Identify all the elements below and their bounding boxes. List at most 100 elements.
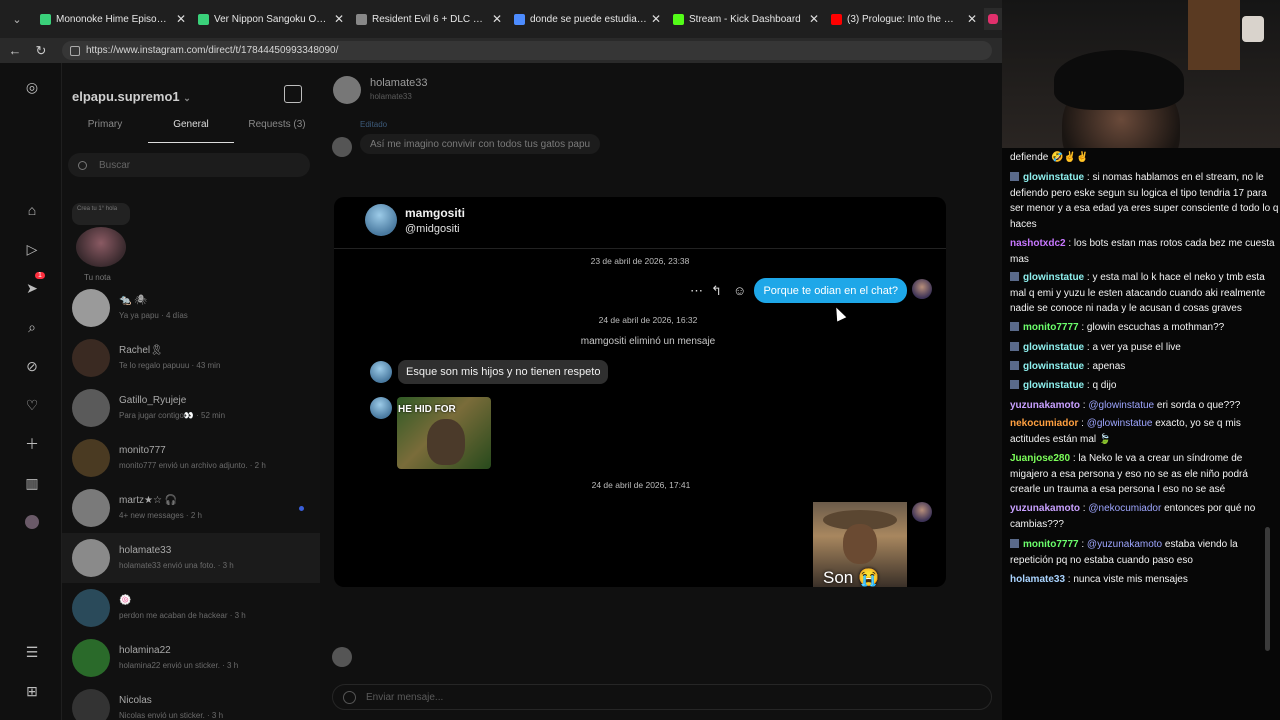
badge-icon	[1010, 361, 1019, 370]
chat-mention[interactable]: @glowinstatue	[1088, 400, 1154, 411]
chat-username[interactable]: nashotxdc2	[1010, 238, 1066, 249]
conversation-item[interactable]: Nicolas Nicolas envió un sticker. · 3 h	[62, 683, 320, 720]
chat-username[interactable]: monito7777	[1023, 539, 1079, 550]
search-input[interactable]: Buscar	[68, 153, 310, 177]
conversation-name: Nicolas	[119, 695, 152, 706]
chat-mention[interactable]: @nekocumiador	[1088, 503, 1161, 514]
message-input[interactable]: Enviar mensaje...	[332, 684, 1247, 710]
conversation-item[interactable]: Gatillo_Ryujeje Para jugar contigo👀 · 52 …	[62, 383, 320, 433]
explore-icon[interactable]: ⊘	[22, 356, 42, 376]
create-icon[interactable]: ＋	[22, 434, 42, 454]
chat-username[interactable]: yuzunakamoto	[1010, 503, 1080, 514]
close-icon[interactable]: ✕	[176, 12, 186, 26]
badge-icon	[1010, 539, 1019, 548]
close-icon[interactable]: ✕	[492, 12, 502, 26]
emoji-icon[interactable]	[343, 690, 356, 704]
chat-username[interactable]: nekocumiador	[1010, 418, 1078, 429]
more-options-icon[interactable]: ⋯	[690, 283, 703, 299]
dashboard-icon[interactable]: ▥	[22, 473, 42, 493]
chat-scrollbar[interactable]	[1265, 527, 1270, 651]
conversation-item[interactable]: monito777 monito777 envió un archivo adju…	[62, 433, 320, 483]
account-switcher[interactable]: elpapu.supremo1 ⌄	[72, 89, 191, 104]
close-icon[interactable]: ✕	[334, 12, 344, 26]
chat-username[interactable]: glowinstatue	[1023, 272, 1084, 283]
chat-username[interactable]: holamate33	[1010, 574, 1065, 585]
your-note[interactable]: Crea tu 1° hola Tu nota	[72, 203, 132, 283]
tab-label: Ver Nippon Sangoku Online Sub E	[214, 13, 330, 25]
conversation-item[interactable]: holamate33 holamate33 envió una foto. · 3…	[62, 533, 320, 583]
chat-username[interactable]: glowinstatue	[1023, 380, 1084, 391]
tab-list-dropdown[interactable]: ⌄	[0, 0, 34, 38]
avatar	[370, 361, 392, 383]
profile-avatar-icon[interactable]	[22, 512, 42, 532]
chat-username[interactable]: yuzunakamoto	[1010, 400, 1080, 411]
instagram-logo-icon[interactable]: ◎	[22, 77, 42, 97]
conversation-item[interactable]: Rachel🎗 Te lo regalo papuuu · 43 min	[62, 333, 320, 383]
conversation-name: holamina22	[119, 645, 171, 656]
reels-icon[interactable]: ▷	[22, 239, 42, 259]
photo-caption: Son 😭	[823, 568, 880, 587]
browser-tab[interactable]: (3) Prologue: Into the Woods (Fro ✕	[825, 0, 983, 38]
chat-message: glowinstatue : apenas	[1010, 359, 1280, 375]
new-message-icon[interactable]	[284, 85, 302, 103]
conversation-item[interactable]: 🍥 perdon me acaban de hackear · 3 h	[62, 583, 320, 633]
tab-primary[interactable]: Primary	[62, 119, 148, 143]
message-bubble[interactable]: Así me imagino convivir con todos tus ga…	[360, 134, 601, 154]
apps-icon[interactable]: ⊞	[22, 681, 42, 701]
browser-tab[interactable]: Stream - Kick Dashboard ✕	[667, 0, 825, 38]
chat-text: apenas	[1092, 361, 1126, 372]
close-icon[interactable]: ✕	[651, 12, 661, 26]
popup-header[interactable]: mamgositi @midgositi	[334, 197, 946, 249]
avatar	[912, 279, 932, 299]
photo-face	[843, 524, 877, 564]
chevron-down-icon: ⌄	[183, 93, 191, 103]
reload-icon[interactable]: ↻	[30, 43, 52, 59]
browser-tab[interactable]: Ver Nippon Sangoku Online Sub E ✕	[192, 0, 350, 38]
chat-mention[interactable]: @glowinstatue	[1087, 418, 1153, 429]
back-icon[interactable]: ←	[4, 43, 26, 58]
sent-message-bubble[interactable]: Porque te odian en el chat?	[754, 278, 907, 303]
chat-mention[interactable]: @yuzunakamoto	[1087, 539, 1162, 550]
browser-tab[interactable]: donde se puede estudiar derecho ✕	[508, 0, 667, 38]
close-icon[interactable]: ✕	[967, 12, 977, 26]
thread-header[interactable]: holamate33 holamate33	[320, 63, 1002, 117]
instagram-tab-icon[interactable]	[984, 8, 1002, 30]
reply-icon[interactable]: ↰	[711, 283, 722, 299]
notifications-heart-icon[interactable]: ♡	[22, 395, 42, 415]
received-message-bubble[interactable]: Esque son mis hijos y no tienen respeto	[398, 360, 609, 384]
webcam-overlay	[1002, 0, 1280, 148]
inbox-sidebar: elpapu.supremo1 ⌄ Primary General Reques…	[62, 63, 320, 720]
url-field[interactable]: https://www.instagram.com/direct/t/17844…	[62, 41, 992, 60]
close-icon[interactable]: ✕	[809, 12, 819, 26]
meme-image[interactable]: HE HID FOR	[397, 397, 491, 469]
site-info-icon[interactable]	[70, 45, 80, 56]
tab-general[interactable]: General	[148, 119, 234, 143]
more-menu-icon[interactable]: ☰	[22, 642, 42, 662]
sent-photo[interactable]: Son 😭	[813, 502, 907, 587]
react-emoji-icon[interactable]: ☺	[733, 283, 746, 298]
chat-text: eri sorda o que???	[1156, 400, 1241, 411]
messages-icon[interactable]: ➤ 1	[22, 272, 45, 298]
search-icon[interactable]: ⌕	[22, 317, 42, 337]
chat-username[interactable]: glowinstatue	[1023, 342, 1084, 353]
conversation-name: holamate33	[119, 545, 172, 556]
browser-tab[interactable]: Resident Evil 6 + DLC + TU – Legi ✕	[350, 0, 508, 38]
home-icon[interactable]: ⌂	[22, 200, 42, 220]
chat-username[interactable]: monito7777	[1023, 322, 1079, 333]
tab-requests[interactable]: Requests (3)	[234, 119, 320, 143]
conversation-item[interactable]: 🐀 🕷 Ya ya papu · 4 días	[62, 283, 320, 333]
chat-text: a ver ya puse el live	[1092, 342, 1181, 353]
avatar	[72, 639, 110, 677]
chat-username[interactable]: glowinstatue	[1023, 361, 1084, 372]
conversation-item[interactable]: martz★☆ 🎧 4+ new messages · 2 h	[62, 483, 320, 533]
chat-username[interactable]: Juanjose280	[1010, 453, 1070, 464]
avatar	[72, 439, 110, 477]
conversation-item[interactable]: holamina22 holamina22 envió un sticker. ·…	[62, 633, 320, 683]
browser-tab[interactable]: Mononoke Hime Episodio 1 Sub E ✕	[34, 0, 192, 38]
badge-icon	[1010, 380, 1019, 389]
chat-message: glowinstatue : q dijo	[1010, 378, 1280, 394]
avatar	[72, 489, 110, 527]
timestamp: 24 de abril de 2026, 16:32	[598, 315, 698, 325]
conversation-name: Rachel🎗	[119, 345, 163, 356]
chat-username[interactable]: glowinstatue	[1023, 172, 1084, 183]
